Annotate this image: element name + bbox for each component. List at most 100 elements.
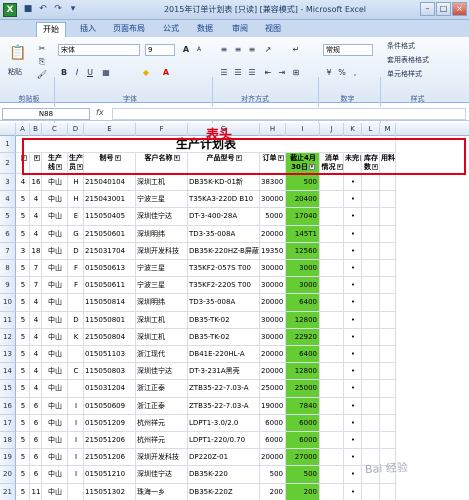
cell-F4[interactable]: 宁波三星	[136, 191, 188, 209]
copy-icon[interactable]: ⎘	[36, 56, 48, 68]
cell-I11[interactable]: 12800	[286, 311, 320, 329]
cell-G11[interactable]: DB35-TK-02	[188, 311, 260, 329]
cell-D3[interactable]: H	[68, 174, 84, 192]
cell-E7[interactable]: 215031704	[84, 242, 136, 260]
cell-C14[interactable]: 中山	[42, 363, 68, 381]
cell-F10[interactable]: 深圳明纬	[136, 294, 188, 312]
redo-icon[interactable]: ↷	[52, 3, 64, 15]
cell-G21[interactable]: DB35K-220Z	[188, 483, 260, 500]
cell-C4[interactable]: 中山	[42, 191, 68, 209]
cell-K3[interactable]: •	[344, 174, 362, 192]
cell-J15[interactable]	[320, 380, 344, 398]
cell-G17[interactable]: LDPT1-3.0/2.0	[188, 414, 260, 432]
column-header-F[interactable]: F	[136, 123, 188, 136]
cell-L11[interactable]	[362, 311, 380, 329]
cell-I8[interactable]: 3000	[286, 260, 320, 278]
align-top-icon[interactable]: ≡	[218, 44, 230, 56]
increase-indent-icon[interactable]: ⇥	[276, 67, 288, 79]
cell-H4[interactable]: 30000	[260, 191, 286, 209]
cell-A8[interactable]: 5	[16, 260, 30, 278]
row-header-3[interactable]: 3	[0, 174, 16, 192]
cell-C11[interactable]: 中山	[42, 311, 68, 329]
cell-K21[interactable]: •	[344, 483, 362, 500]
cell-C17[interactable]: 中山	[42, 414, 68, 432]
cell-B17[interactable]: 6	[30, 414, 42, 432]
cell-G6[interactable]: TD3-35-008A	[188, 225, 260, 243]
cell-H13[interactable]: 20000	[260, 346, 286, 364]
font-color-icon[interactable]: A	[160, 67, 172, 79]
cell-J8[interactable]	[320, 260, 344, 278]
row-header-2[interactable]: 2	[0, 153, 16, 174]
cell-J4[interactable]	[320, 191, 344, 209]
cell-C18[interactable]: 中山	[42, 432, 68, 450]
fill-color-icon[interactable]: ◆	[140, 67, 152, 79]
cell-D11[interactable]: D	[68, 311, 84, 329]
cell-H17[interactable]: 6000	[260, 414, 286, 432]
orientation-icon[interactable]: ↗	[262, 44, 274, 56]
cell-G9[interactable]: T35KF2-220S T00	[188, 277, 260, 295]
cell-H8[interactable]: 30000	[260, 260, 286, 278]
row-header-4[interactable]: 4	[0, 191, 16, 209]
cell-C6[interactable]: 中山	[42, 225, 68, 243]
row-header-7[interactable]: 7	[0, 242, 16, 260]
cell-H3[interactable]: 38300	[260, 174, 286, 192]
fx-icon[interactable]: fx	[96, 108, 104, 117]
tab-page-layout[interactable]: 页面布局	[113, 22, 145, 37]
cell-E8[interactable]: 015050613	[84, 260, 136, 278]
cell-G10[interactable]: TD3-35-008A	[188, 294, 260, 312]
cell-A12[interactable]: 5	[16, 328, 30, 346]
decrease-indent-icon[interactable]: ⇤	[262, 67, 274, 79]
cell-D6[interactable]: G	[68, 225, 84, 243]
cell-C21[interactable]: 中山	[42, 483, 68, 500]
row-header-11[interactable]: 11	[0, 311, 16, 329]
cell-I17[interactable]: 6000	[286, 414, 320, 432]
formula-input[interactable]	[112, 108, 466, 120]
cell-H9[interactable]: 30000	[260, 277, 286, 295]
cell-K20[interactable]: •	[344, 466, 362, 484]
currency-icon[interactable]: ¥	[323, 67, 335, 79]
name-box[interactable]: N88	[2, 108, 90, 120]
cell-K6[interactable]: •	[344, 225, 362, 243]
cell-I16[interactable]: 7840	[286, 397, 320, 415]
cell-J13[interactable]	[320, 346, 344, 364]
font-name-select[interactable]: 宋体	[58, 44, 140, 56]
cell-I15[interactable]: 25000	[286, 380, 320, 398]
column-header-K[interactable]: K	[344, 123, 362, 136]
cell-B5[interactable]: 4	[30, 208, 42, 226]
cell-H20[interactable]: 500	[260, 466, 286, 484]
cell-E12[interactable]: 215050804	[84, 328, 136, 346]
cell-E11[interactable]: 115050801	[84, 311, 136, 329]
customize-qat-icon[interactable]: ▾	[67, 3, 79, 15]
cell-A19[interactable]: 5	[16, 449, 30, 467]
row-header-18[interactable]: 18	[0, 432, 16, 450]
row-header-10[interactable]: 10	[0, 294, 16, 312]
cell-I9[interactable]: 3000	[286, 277, 320, 295]
cell-E3[interactable]: 215040104	[84, 174, 136, 192]
cell-K5[interactable]: •	[344, 208, 362, 226]
cell-J19[interactable]	[320, 449, 344, 467]
cell-J12[interactable]	[320, 328, 344, 346]
cell-I6[interactable]: 145T1	[286, 225, 320, 243]
cell-F7[interactable]: 深圳开发科技	[136, 242, 188, 260]
cell-D12[interactable]: K	[68, 328, 84, 346]
cell-G3[interactable]: DB35K-KD-01新	[188, 174, 260, 192]
column-header-B[interactable]: B	[30, 123, 42, 136]
cell-H10[interactable]: 20000	[260, 294, 286, 312]
cell-K13[interactable]: •	[344, 346, 362, 364]
cell-B13[interactable]: 4	[30, 346, 42, 364]
cell-A4[interactable]: 5	[16, 191, 30, 209]
cell-B16[interactable]: 6	[30, 397, 42, 415]
cell-B20[interactable]: 6	[30, 466, 42, 484]
cell-K12[interactable]: •	[344, 328, 362, 346]
cell-C10[interactable]: 中山	[42, 294, 68, 312]
cell-B10[interactable]: 4	[30, 294, 42, 312]
cell-A16[interactable]: 5	[16, 397, 30, 415]
cell-B21[interactable]: 11	[30, 483, 42, 500]
cell-K17[interactable]: •	[344, 414, 362, 432]
sheet-grid[interactable]: 生产计划表 ▾ ▾ 生产 线 ▾ 生产 员 ▾ 制号 ▾ 客户名称 ▾ 产品型号 ▾ 订单 ▾ 截止4月 30…	[16, 136, 469, 500]
cell-J14[interactable]	[320, 363, 344, 381]
cell-K14[interactable]: •	[344, 363, 362, 381]
cell-M13[interactable]	[380, 346, 396, 364]
cell-M7[interactable]	[380, 242, 396, 260]
cell-F16[interactable]: 浙江正泰	[136, 397, 188, 415]
